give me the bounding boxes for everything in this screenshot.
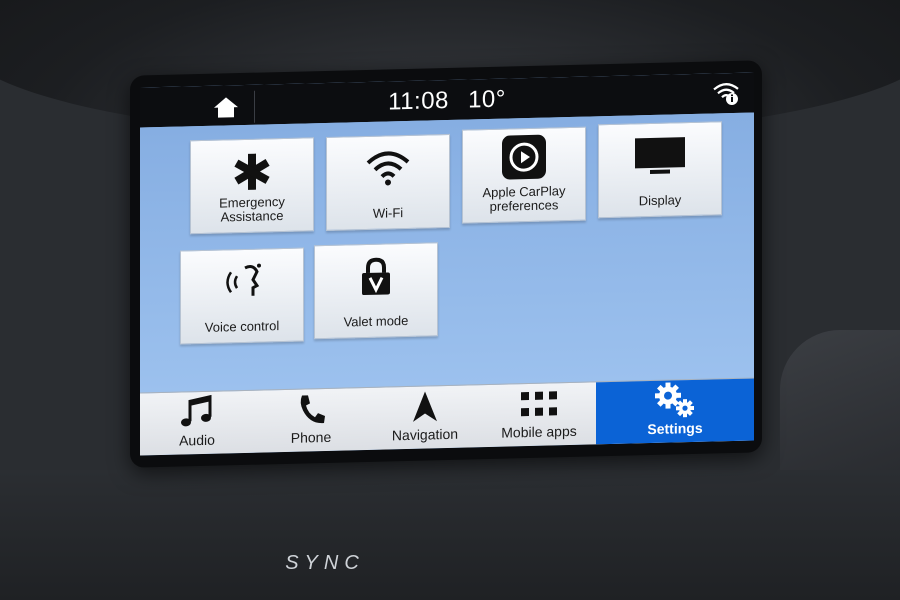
tab-label: Phone — [290, 428, 332, 446]
tab-label: Settings — [647, 419, 703, 438]
tile-label: Wi-Fi — [372, 205, 404, 221]
grid-icon — [521, 391, 557, 417]
tile-label: Apple CarPlay preferences — [482, 183, 566, 214]
tab-phone[interactable]: Phone — [254, 388, 368, 453]
time-display: 11:08 — [388, 86, 449, 116]
tab-label: Mobile apps — [501, 422, 577, 441]
voice-control-icon — [226, 263, 261, 296]
tile-label: Voice control — [204, 318, 280, 335]
tile-voice-control[interactable]: Voice control — [180, 247, 304, 345]
display-icon — [635, 137, 685, 175]
sync-logo: SYNC — [285, 552, 365, 574]
temperature-display: 10° — [468, 85, 506, 114]
tab-label: Navigation — [391, 425, 459, 444]
tile-wifi[interactable]: Wi-Fi — [326, 133, 450, 231]
tab-label: Audio — [179, 431, 215, 449]
navigation-arrow-icon — [413, 391, 437, 422]
settings-page: Emergency Assistance Wi-Fi Apple CarPlay… — [140, 112, 754, 410]
tile-label: Display — [638, 192, 682, 209]
infotainment-screen: 11:08 10° Emergency Assistance Wi-Fi App… — [140, 72, 754, 456]
tile-emergency-assistance[interactable]: Emergency Assistance — [190, 137, 314, 235]
dashboard-bottom — [0, 470, 900, 600]
tile-label: Valet mode — [343, 312, 409, 330]
gears-icon — [655, 382, 694, 418]
tab-mobile-apps[interactable]: Mobile apps — [482, 382, 596, 447]
tab-audio[interactable]: Audio — [140, 391, 254, 456]
tile-label: Emergency Assistance — [219, 193, 285, 225]
lock-v-icon — [362, 257, 390, 296]
tile-apple-carplay-preferences[interactable]: Apple CarPlay preferences — [462, 126, 586, 224]
phone-icon — [300, 395, 325, 424]
tab-settings[interactable]: Settings — [596, 378, 754, 445]
tile-valet-mode[interactable]: Valet mode — [314, 242, 438, 340]
music-note-icon — [181, 394, 212, 427]
carplay-icon — [502, 134, 546, 180]
tile-display[interactable]: Display — [598, 121, 722, 219]
wifi-info-icon[interactable] — [712, 79, 740, 106]
tab-navigation[interactable]: Navigation — [368, 385, 482, 450]
wifi-icon — [366, 151, 410, 186]
asterisk-icon — [234, 153, 270, 190]
